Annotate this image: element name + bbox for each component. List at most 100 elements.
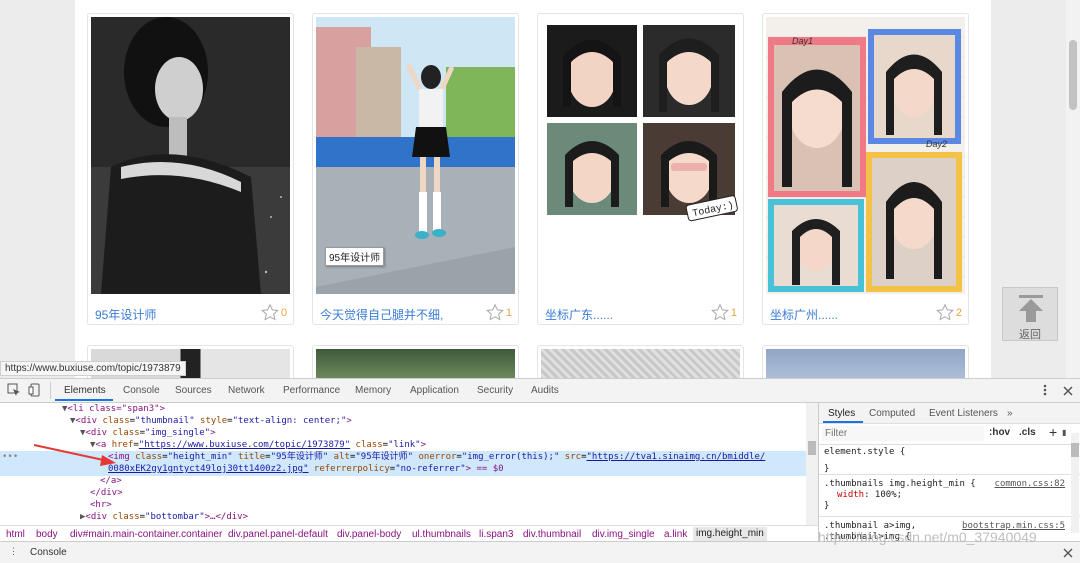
elements-tree[interactable]: ▼<li class="span3"> ▼<div class="thumbna… [0, 403, 806, 525]
breadcrumb-item[interactable]: div.thumbnail [523, 529, 581, 540]
photo-thumbnail[interactable] [541, 349, 740, 378]
device-toolbar-icon[interactable] [28, 383, 42, 397]
dom-node-img-single[interactable]: ▼<div class="img_single"> [80, 427, 215, 439]
back-to-top-button[interactable]: 返回 [1002, 287, 1058, 341]
day1-label: Day1 [792, 36, 813, 46]
photo-card[interactable]: Day1 Day2 坐标广州...... 2 [762, 13, 969, 325]
styles-filter-bar: :hov .cls + ▮ [819, 423, 1080, 445]
drawer-menu-icon[interactable]: ⋮ [9, 546, 18, 557]
close-icon[interactable] [1062, 385, 1074, 397]
styles-scrollbar[interactable] [1071, 433, 1079, 533]
dom-node-bottombar[interactable]: ▶<div class="bottombar">…</div> [80, 511, 248, 523]
star-icon [710, 304, 729, 321]
favorite-count: 1 [505, 306, 512, 319]
style-rule-element[interactable]: element.style { } [819, 447, 1080, 474]
photo-card[interactable] [762, 345, 969, 378]
hover-state-toggle[interactable]: :hov [989, 427, 1010, 438]
dom-node-a-close[interactable]: </a> [100, 475, 122, 487]
breadcrumb-item[interactable]: a.link [664, 529, 687, 540]
tab-security[interactable]: Security [477, 385, 513, 396]
styles-filter-input[interactable] [822, 426, 984, 441]
collage-tile [547, 25, 637, 117]
inspect-element-icon[interactable] [7, 383, 21, 397]
tab-styles[interactable]: Styles [828, 408, 855, 419]
status-bar-url: https://www.buxiuse.com/topic/1973879 [0, 361, 186, 376]
dom-node-img-cont[interactable]: 0080xEK2gy1gntyct49loj30tt1400z2.jpg" re… [108, 463, 504, 475]
breadcrumb-item[interactable]: div.img_single [592, 529, 655, 540]
photo-thumbnail[interactable]: Today:) [541, 17, 740, 294]
favorite-button[interactable]: 0 [260, 304, 287, 321]
tab-sources[interactable]: Sources [175, 385, 212, 396]
scrollbar-thumb[interactable] [1069, 40, 1077, 110]
more-options-icon[interactable] [1042, 383, 1048, 397]
breadcrumb-item[interactable]: li.span3 [479, 529, 513, 540]
photo-thumbnail[interactable]: Day1 Day2 [766, 17, 965, 294]
dom-node-img[interactable]: <img class="height_min" title="95年设计师" a… [108, 451, 765, 463]
rule-source-link[interactable]: common.css:82 [995, 479, 1065, 489]
page-scrollbar[interactable] [1066, 0, 1080, 378]
close-drawer-icon[interactable] [1063, 548, 1073, 558]
tab-application[interactable]: Application [410, 385, 459, 396]
image-title-tooltip: 95年设计师 [325, 247, 385, 266]
photo-card[interactable] [312, 345, 519, 378]
devtools-toolbar: Elements Console Sources Network Perform… [0, 379, 1080, 403]
rule-close: } [824, 464, 830, 474]
favorite-button[interactable]: 1 [485, 304, 512, 321]
breadcrumb-item[interactable]: html [6, 529, 25, 540]
tab-console[interactable]: Console [123, 385, 160, 396]
scrollbar-thumb[interactable] [808, 441, 816, 455]
tab-memory[interactable]: Memory [355, 385, 391, 396]
breadcrumb-item-selected[interactable]: img.height_min [693, 527, 767, 541]
dom-node-div-close[interactable]: </div> [90, 487, 123, 499]
day2-label: Day2 [926, 139, 947, 149]
card-caption[interactable]: 95年设计师 [95, 306, 156, 323]
dom-node-li[interactable]: ▼<li class="span3"> [62, 403, 165, 415]
elements-scrollbar[interactable] [806, 403, 818, 525]
computed-toggle-icon[interactable]: ▮ [1062, 428, 1066, 437]
photo-thumbnail[interactable] [766, 349, 965, 378]
breadcrumb-item[interactable]: div.panel.panel-default [228, 529, 328, 540]
photo-card[interactable]: Today:) 坐标广东...... 1 [537, 13, 744, 325]
more-tabs-icon[interactable]: » [1007, 408, 1013, 419]
card-caption[interactable]: 坐标广东...... [545, 306, 613, 323]
breadcrumb-item[interactable]: body [36, 529, 58, 540]
dom-node-link[interactable]: ▼<a href="https://www.buxiuse.com/topic/… [90, 439, 426, 451]
dom-node-hr[interactable]: <hr> [90, 499, 112, 511]
star-icon [935, 304, 954, 321]
star-icon [485, 304, 504, 321]
card-caption[interactable]: 坐标广州...... [770, 306, 838, 323]
styles-pane: Styles Computed Event Listeners » :hov .… [818, 403, 1080, 542]
tab-event-listeners[interactable]: Event Listeners [929, 408, 998, 419]
scrollbar-thumb[interactable] [1071, 443, 1079, 457]
add-rule-icon[interactable]: + [1049, 424, 1057, 440]
photo-card[interactable]: 今天觉得自己腿并不细, 1 [312, 13, 519, 325]
tab-audits[interactable]: Audits [531, 385, 559, 396]
class-toggle[interactable]: .cls [1019, 427, 1036, 438]
photo-thumbnail[interactable] [316, 349, 515, 378]
breadcrumb-item[interactable]: ul.thumbnails [412, 529, 471, 540]
photo-card[interactable] [537, 345, 744, 378]
red-arrow-annotation [33, 444, 116, 466]
style-rule-thumbnails[interactable]: .thumbnails img.height_min { common.css:… [819, 479, 1080, 511]
console-drawer-label[interactable]: Console [30, 547, 67, 558]
main-container: 95年设计师 0 今天觉得自己腿并不细, 1 Today:) 坐标广东.....… [75, 0, 991, 378]
arrow-up-icon [1019, 295, 1043, 322]
tab-performance[interactable]: Performance [283, 385, 340, 396]
back-button-label: 返回 [1019, 329, 1041, 341]
breadcrumb: html body div#main.main-container.contai… [0, 525, 818, 542]
breadcrumb-item[interactable]: div.panel-body [337, 529, 401, 540]
card-caption[interactable]: 今天觉得自己腿并不细, [320, 306, 443, 323]
favorite-count: 0 [280, 306, 287, 319]
tab-elements[interactable]: Elements [64, 385, 106, 396]
styles-tabs: Styles Computed Event Listeners » [819, 403, 1080, 424]
photo-thumbnail[interactable] [91, 17, 290, 294]
rule-value[interactable]: 100%; [870, 490, 902, 500]
dom-node-thumbnail[interactable]: ▼<div class="thumbnail" style="text-alig… [70, 415, 352, 427]
favorite-button[interactable]: 2 [935, 304, 962, 321]
photo-card[interactable]: 95年设计师 0 [87, 13, 294, 325]
breadcrumb-item[interactable]: div#main.main-container.container [70, 529, 222, 540]
rule-property[interactable]: width [837, 490, 864, 500]
tab-network[interactable]: Network [228, 385, 265, 396]
favorite-button[interactable]: 1 [710, 304, 737, 321]
tab-computed[interactable]: Computed [869, 408, 915, 419]
